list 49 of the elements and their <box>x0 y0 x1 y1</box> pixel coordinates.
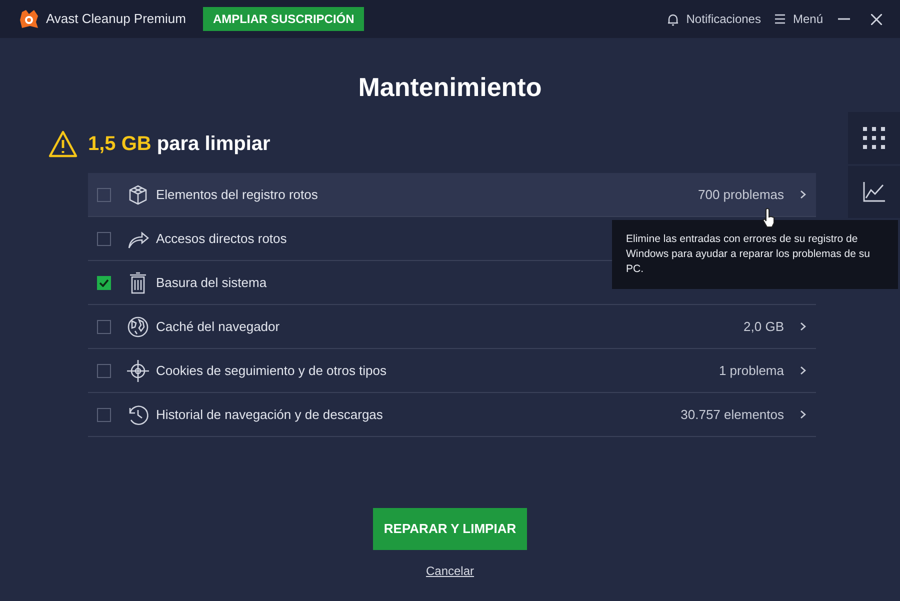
cleanup-item-row[interactable]: Cookies de seguimiento y de otros tipos 1 problema <box>88 349 816 393</box>
item-label: Historial de navegación y de descargas <box>156 406 383 424</box>
minimize-icon[interactable] <box>838 18 850 20</box>
menu-link[interactable]: Menú <box>792 10 823 28</box>
trash-icon <box>127 272 149 294</box>
item-label: Accesos directos rotos <box>156 230 287 248</box>
cancel-link[interactable]: Cancelar <box>426 562 474 580</box>
cleanup-summary: 1,5 GB para limpiar <box>88 132 270 157</box>
checkbox[interactable] <box>97 232 111 246</box>
hand-cursor-icon <box>762 208 776 228</box>
item-value: 700 problemas <box>698 186 784 204</box>
close-icon[interactable] <box>871 14 882 24</box>
checkbox[interactable] <box>97 276 111 290</box>
app-logo-icon <box>18 8 40 30</box>
chevron-right-icon <box>800 410 806 419</box>
history-icon <box>127 404 149 426</box>
item-label: Cookies de seguimiento y de otros tipos <box>156 362 387 380</box>
item-label: Caché del navegador <box>156 318 280 336</box>
tooltip: Elimine las entradas con errores de su registro de Windows para ayudar a reparar los problemas de su PC. <box>612 220 898 289</box>
item-label: Elementos del registro rotos <box>156 186 318 204</box>
cleanup-item-row[interactable]: Caché del navegador 2,0 GB <box>88 305 816 349</box>
repair-and-clean-button[interactable]: REPARAR Y LIMPIAR <box>373 508 527 550</box>
page-heading: Mantenimiento <box>358 71 542 104</box>
apps-tile[interactable] <box>848 112 900 164</box>
chevron-right-icon <box>800 366 806 375</box>
warning-icon <box>48 130 78 158</box>
item-label: Basura del sistema <box>156 274 267 292</box>
chevron-right-icon <box>800 322 806 331</box>
grid-icon <box>863 127 885 149</box>
cleanup-item-row[interactable]: Historial de navegación y de descargas 30.757 elementos <box>88 393 816 437</box>
cube-icon <box>127 184 149 206</box>
line-chart-icon <box>863 182 885 202</box>
menu-icon[interactable] <box>774 14 785 24</box>
bell-icon[interactable] <box>667 12 680 26</box>
item-value: 2,0 GB <box>744 318 784 336</box>
cleanup-item-row[interactable]: Elementos del registro rotos 700 problemas <box>88 173 816 217</box>
stats-tile[interactable] <box>848 166 900 218</box>
upgrade-button[interactable]: AMPLIAR SUSCRIPCIÓN <box>202 7 364 31</box>
item-value: 30.757 elementos <box>680 406 784 424</box>
checkbox[interactable] <box>97 320 111 334</box>
checkbox[interactable] <box>97 364 111 378</box>
notifications-link[interactable]: Notificaciones <box>686 10 761 28</box>
crosshair-icon <box>127 360 149 382</box>
item-value: 1 problema <box>718 362 784 380</box>
checkbox[interactable] <box>97 408 111 422</box>
chevron-right-icon <box>800 190 806 199</box>
globe-icon <box>127 316 149 338</box>
window-title: Avast Cleanup Premium <box>46 10 186 28</box>
checkbox[interactable] <box>97 188 111 202</box>
